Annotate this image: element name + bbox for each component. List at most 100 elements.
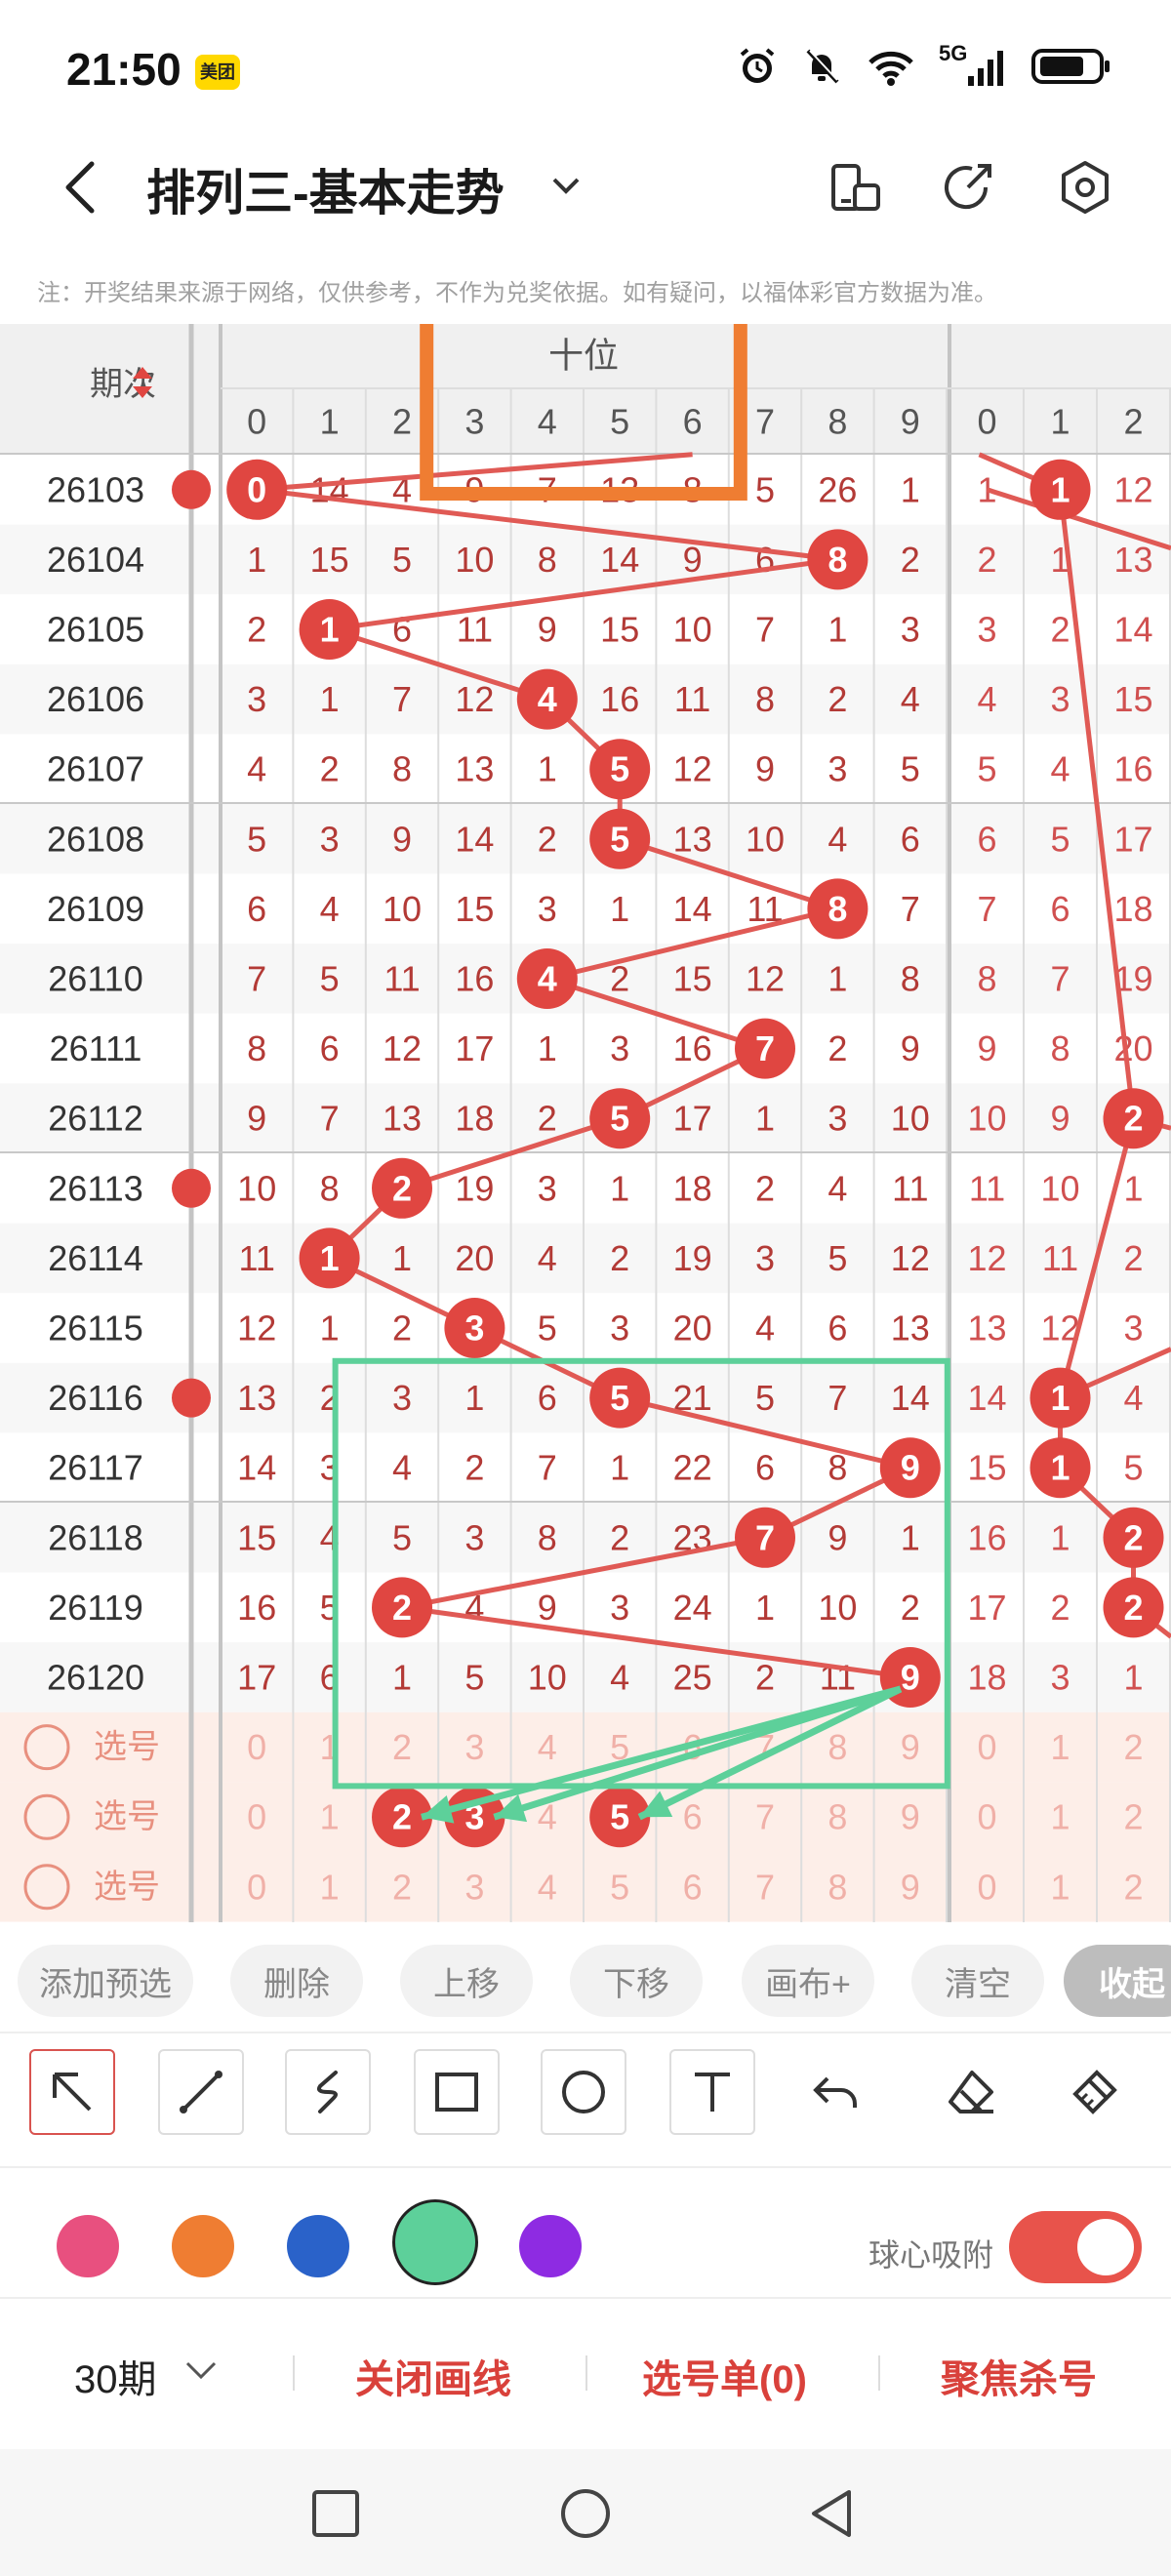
select-arrow-tool[interactable]: [29, 2049, 115, 2135]
pick-list-button[interactable]: 选号单(0): [642, 2348, 807, 2404]
line-tool[interactable]: [158, 2049, 244, 2135]
clear-button[interactable]: 清空: [911, 1945, 1044, 2017]
back-arrow-icon[interactable]: [55, 158, 113, 217]
share-icon[interactable]: [939, 158, 997, 217]
ball-number: 9: [901, 1448, 920, 1488]
select-digit[interactable]: 4: [538, 1867, 557, 1907]
select-digit[interactable]: 1: [320, 1797, 340, 1837]
move-up-button[interactable]: 上移: [400, 1945, 533, 2017]
trend-grid[interactable]: 期次 十位 0 1 2 3 4 5 6 7 8 9 0 1 2 26103 14 4 9 7 13 8 5 26 1 1 12 261…: [0, 324, 1171, 1922]
color-green[interactable]: [392, 2199, 478, 2285]
close-drawing-button[interactable]: 关闭画线: [355, 2348, 511, 2404]
table-cell: 8: [538, 540, 557, 580]
select-digit[interactable]: 9: [901, 1797, 920, 1837]
select-digit[interactable]: 1: [320, 1867, 340, 1907]
snap-toggle[interactable]: [1009, 2211, 1142, 2283]
table-cell: 6: [247, 889, 266, 929]
color-purple[interactable]: [519, 2215, 582, 2277]
select-digit[interactable]: 0: [247, 1867, 266, 1907]
rectangle-tool[interactable]: [414, 2049, 500, 2135]
focus-kill-button[interactable]: 聚焦杀号: [941, 2348, 1097, 2404]
select-digit[interactable]: 9: [901, 1867, 920, 1907]
select-digit[interactable]: 9: [901, 1727, 920, 1767]
back-triangle-icon[interactable]: [806, 2488, 857, 2539]
trend-chart[interactable]: 期次十位0 1 2 3 4 5 6 7 8 9 0 1 226103 14 4 9 7 13 8 5 26 1 1 12261…: [0, 324, 1171, 1922]
table-cell: 2: [1123, 1238, 1143, 1278]
chevron-down-icon[interactable]: [546, 166, 586, 205]
table-cell: 2: [901, 540, 920, 580]
settings-icon[interactable]: [1056, 158, 1114, 217]
color-blue[interactable]: [287, 2215, 349, 2277]
select-digit[interactable]: 1: [1050, 1867, 1070, 1907]
select-digit[interactable]: 1: [1050, 1727, 1070, 1767]
select-digit[interactable]: 1: [1050, 1797, 1070, 1837]
select-digit[interactable]: 2: [392, 1727, 412, 1767]
ball-number: 5: [610, 819, 629, 859]
select-digit[interactable]: 2: [1123, 1797, 1143, 1837]
select-digit[interactable]: 8: [828, 1727, 847, 1767]
table-cell: 3: [1123, 1308, 1143, 1348]
color-pink[interactable]: [57, 2215, 119, 2277]
select-digit[interactable]: 7: [755, 1797, 775, 1837]
color-orange[interactable]: [172, 2215, 234, 2277]
screen-rotate-icon[interactable]: [826, 158, 884, 217]
page-title[interactable]: 排列三-基本走势: [146, 154, 505, 224]
select-digit[interactable]: 0: [977, 1727, 996, 1767]
table-cell: 7: [392, 679, 412, 719]
chevron-down-icon[interactable]: [182, 2355, 221, 2387]
table-cell: 4: [755, 1308, 775, 1348]
home-icon[interactable]: [558, 2488, 613, 2543]
ball-number: 3: [464, 1308, 484, 1348]
select-label[interactable]: 选号: [94, 1869, 160, 1906]
period-cell: 26110: [48, 959, 142, 999]
table-cell: 7: [247, 959, 266, 999]
curve-tool[interactable]: [285, 2049, 371, 2135]
period-cell: 26115: [48, 1308, 142, 1348]
collapse-button[interactable]: 收起: [1064, 1945, 1171, 2017]
digit-header: 2: [1123, 402, 1143, 442]
delete-button[interactable]: 删除: [230, 1945, 363, 2017]
select-digit[interactable]: 2: [1123, 1867, 1143, 1907]
select-digit[interactable]: 8: [828, 1797, 847, 1837]
table-cell: 10: [455, 540, 494, 580]
select-digit[interactable]: 6: [683, 1797, 703, 1837]
select-digit[interactable]: 0: [977, 1867, 996, 1907]
table-cell: 6: [1050, 889, 1070, 929]
table-cell: 5: [392, 1517, 412, 1557]
move-down-button[interactable]: 下移: [570, 1945, 703, 2017]
select-digit[interactable]: 4: [538, 1727, 557, 1767]
select-digit[interactable]: 2: [1123, 1727, 1143, 1767]
ball-number: 5: [610, 1378, 629, 1418]
select-label[interactable]: 选号: [94, 1729, 160, 1766]
select-digit[interactable]: 0: [247, 1727, 266, 1767]
select-label[interactable]: 选号: [94, 1798, 160, 1835]
table-cell: 2: [610, 1517, 629, 1557]
table-cell: 1: [901, 1517, 920, 1557]
table-cell: 16: [600, 679, 639, 719]
table-cell: 4: [320, 889, 340, 929]
select-digit[interactable]: 7: [755, 1867, 775, 1907]
select-digit[interactable]: 0: [977, 1797, 996, 1837]
eraser-tool[interactable]: [927, 2049, 1013, 2135]
digit-header: 1: [1050, 402, 1070, 442]
select-digit[interactable]: 6: [683, 1867, 703, 1907]
table-cell: 15: [237, 1517, 276, 1557]
canvas-plus-button[interactable]: 画布+: [742, 1945, 874, 2017]
table-cell: 2: [464, 1448, 484, 1488]
undo-button[interactable]: [792, 2049, 878, 2135]
table-cell: 3: [828, 1099, 847, 1139]
period-selector[interactable]: 30期: [74, 2348, 157, 2404]
select-digit[interactable]: 5: [610, 1867, 629, 1907]
recent-apps-icon[interactable]: [310, 2488, 361, 2539]
text-tool[interactable]: [669, 2049, 755, 2135]
add-preselect-button[interactable]: 添加预选: [18, 1945, 193, 2017]
table-cell: 1: [320, 1308, 340, 1348]
select-digit[interactable]: 3: [464, 1727, 484, 1767]
select-digit[interactable]: 2: [392, 1867, 412, 1907]
select-digit[interactable]: 0: [247, 1797, 266, 1837]
table-cell: 15: [1113, 679, 1152, 719]
select-digit[interactable]: 8: [828, 1867, 847, 1907]
select-digit[interactable]: 3: [464, 1867, 484, 1907]
circle-tool[interactable]: [541, 2049, 626, 2135]
brush-tool[interactable]: [1052, 2049, 1138, 2135]
